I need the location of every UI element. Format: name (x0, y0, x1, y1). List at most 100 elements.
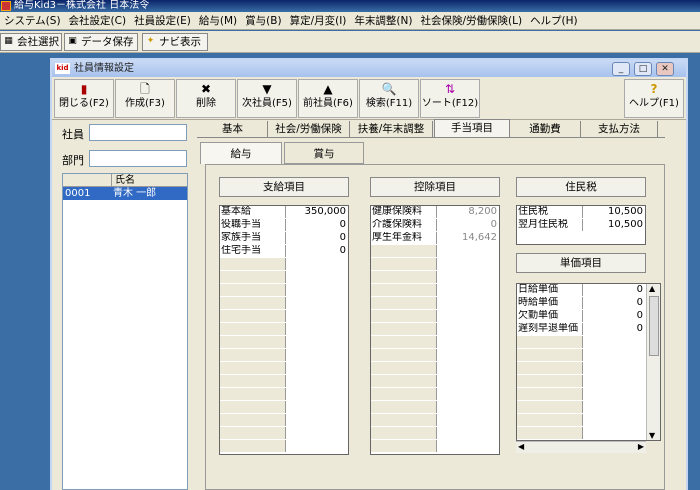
grid-row[interactable] (220, 388, 348, 400)
grid-row[interactable] (371, 271, 499, 283)
grid-row[interactable] (517, 388, 645, 400)
grid-row[interactable] (220, 284, 348, 296)
grid-row[interactable]: 時給単価 0 (517, 297, 645, 309)
subtab-salary[interactable]: 給与 (200, 142, 282, 164)
grid-row[interactable] (517, 375, 645, 387)
sort-button[interactable]: ⇅ ソート(F12) (420, 79, 480, 118)
tab-commute[interactable]: 通勤費 (510, 121, 581, 137)
scroll-left-icon[interactable]: ◀ (518, 442, 524, 451)
resident-tax-header[interactable]: 住民税 (516, 177, 646, 197)
close-button[interactable]: ▮ 閉じる(F2) (54, 79, 114, 118)
grid-row[interactable] (371, 440, 499, 452)
next-employee-button[interactable]: ▼ 次社員(F5) (237, 79, 297, 118)
grid-row[interactable] (517, 414, 645, 426)
tab-basic[interactable]: 基本 (198, 121, 268, 137)
dept-input[interactable] (89, 150, 187, 167)
grid-row[interactable] (371, 362, 499, 374)
company-select-button[interactable]: ▦ 会社選択 (0, 33, 62, 51)
menu-system[interactable]: システム(S) (0, 12, 65, 29)
grid-row[interactable]: 翌月住民税 10,500 (517, 219, 645, 231)
grid-row[interactable] (220, 297, 348, 309)
create-button[interactable]: 🗋 作成(F3) (115, 79, 175, 118)
pay-items-grid[interactable]: 基本給 350,000 役職手当 0 家族手当 0 住宅手当 0 (219, 205, 349, 455)
scroll-thumb[interactable] (649, 296, 659, 356)
tab-dependents[interactable]: 扶養/年末調整 (350, 121, 433, 137)
pay-items-header[interactable]: 支給項目 (219, 177, 349, 197)
help-button[interactable]: ? ヘルプ(F1) (624, 79, 684, 118)
deduct-items-header[interactable]: 控除項目 (370, 177, 500, 197)
scroll-down-icon[interactable]: ▼ (649, 431, 655, 440)
tab-allowance[interactable]: 手当項目 (434, 119, 510, 138)
grid-row[interactable] (220, 310, 348, 322)
grid-row[interactable]: 住民税 10,500 (517, 206, 645, 218)
grid-row[interactable] (517, 401, 645, 413)
grid-row[interactable] (371, 323, 499, 335)
grid-row[interactable] (371, 427, 499, 439)
grid-row[interactable] (371, 336, 499, 348)
grid-row[interactable]: 遅刻早退単価 0 (517, 323, 645, 335)
grid-row[interactable]: 欠勤単価 0 (517, 310, 645, 322)
grid-row[interactable]: 厚生年金料 14,642 (371, 232, 499, 244)
unit-grid-hscrollbar[interactable]: ◀ ▶ (516, 441, 646, 453)
grid-row[interactable] (371, 310, 499, 322)
grid-row[interactable]: 住宅手当 0 (220, 245, 348, 257)
grid-row[interactable] (371, 284, 499, 296)
navi-button[interactable]: ✦ ナビ表示 (142, 33, 208, 51)
minimize-icon[interactable]: _ (612, 62, 630, 76)
grid-row[interactable] (517, 336, 645, 348)
grid-row[interactable] (220, 414, 348, 426)
resident-tax-grid[interactable]: 住民税 10,500 翌月住民税 10,500 (516, 205, 646, 245)
data-save-button[interactable]: ▣ データ保存 (64, 33, 138, 51)
menu-company[interactable]: 会社設定(C) (65, 12, 131, 29)
close-icon[interactable]: ✕ (656, 62, 674, 76)
tab-payment[interactable]: 支払方法 (581, 121, 658, 137)
menu-salary[interactable]: 給与(M) (195, 12, 241, 29)
unit-grid-scrollbar[interactable]: ▲ ▼ (646, 284, 660, 440)
search-button[interactable]: 🔍 検索(F11) (359, 79, 419, 118)
grid-row[interactable]: 日給単価 0 (517, 284, 645, 296)
maximize-icon[interactable]: □ (634, 62, 652, 76)
employee-list[interactable] (62, 173, 188, 490)
grid-row[interactable] (220, 362, 348, 374)
grid-row[interactable]: 家族手当 0 (220, 232, 348, 244)
grid-row[interactable] (220, 427, 348, 439)
grid-row[interactable] (517, 362, 645, 374)
menu-year-end[interactable]: 年末調整(N) (350, 12, 416, 29)
employee-row[interactable]: 0001 青木 一郎 (63, 187, 187, 200)
grid-row[interactable] (371, 388, 499, 400)
grid-row[interactable]: 基本給 350,000 (220, 206, 348, 218)
menu-employee[interactable]: 社員設定(E) (130, 12, 195, 29)
grid-row[interactable] (371, 414, 499, 426)
menu-bonus[interactable]: 賞与(B) (241, 12, 285, 29)
grid-row[interactable] (371, 258, 499, 270)
grid-row[interactable] (220, 336, 348, 348)
grid-row[interactable] (220, 271, 348, 283)
menu-calc[interactable]: 算定/月変(I) (286, 12, 351, 29)
grid-row[interactable] (220, 375, 348, 387)
grid-row[interactable] (220, 440, 348, 452)
subtab-bonus[interactable]: 賞与 (284, 142, 364, 164)
grid-row[interactable]: 介護保険料 0 (371, 219, 499, 231)
grid-row[interactable] (371, 245, 499, 257)
grid-row[interactable] (220, 258, 348, 270)
employee-input[interactable] (89, 124, 187, 141)
grid-row[interactable] (517, 427, 645, 439)
scroll-right-icon[interactable]: ▶ (638, 442, 644, 451)
menu-help[interactable]: ヘルプ(H) (526, 12, 582, 29)
delete-button[interactable]: ✖ 削除 (176, 79, 236, 118)
grid-row[interactable]: 役職手当 0 (220, 219, 348, 231)
deduct-items-grid[interactable]: 健康保険料 8,200 介護保険料 0 厚生年金料 14,642 (370, 205, 500, 455)
grid-row[interactable] (371, 349, 499, 361)
scroll-up-icon[interactable]: ▲ (649, 284, 655, 293)
menu-insurance[interactable]: 社会保険/労働保険(L) (416, 12, 526, 29)
grid-row[interactable] (517, 349, 645, 361)
grid-row[interactable] (220, 323, 348, 335)
grid-row[interactable] (220, 349, 348, 361)
grid-row[interactable] (371, 401, 499, 413)
prev-employee-button[interactable]: ▲ 前社員(F6) (298, 79, 358, 118)
unit-items-header[interactable]: 単価項目 (516, 253, 646, 273)
grid-row[interactable]: 健康保険料 8,200 (371, 206, 499, 218)
tab-social-insurance[interactable]: 社会/労働保険 (268, 121, 350, 137)
grid-row[interactable] (371, 375, 499, 387)
unit-items-grid[interactable]: 日給単価 0 時給単価 0 欠勤単価 0 遅刻早退単価 0 (516, 283, 661, 441)
